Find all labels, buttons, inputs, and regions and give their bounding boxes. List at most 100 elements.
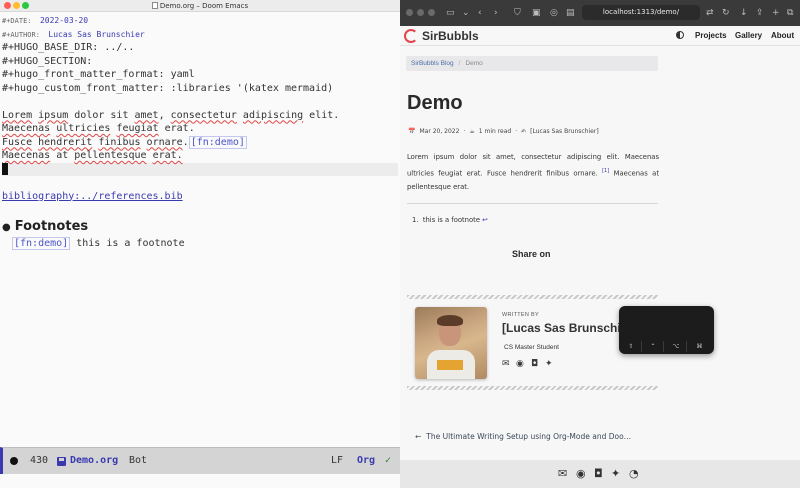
- footnote-reference-link[interactable]: [fn:demo]: [188, 135, 247, 149]
- current-line[interactable]: [2, 162, 398, 176]
- reading-icon: ☕: [469, 128, 475, 135]
- read-time: 1 min read: [478, 128, 512, 135]
- document-icon: [151, 2, 158, 9]
- emacs-window-title: Demo.org – Doom Emacs: [0, 0, 400, 12]
- share-icon[interactable]: ⇪: [756, 6, 764, 20]
- chevron-down-icon[interactable]: ⌄: [462, 6, 470, 20]
- reader-icon[interactable]: ▤: [566, 6, 575, 20]
- author-line[interactable]: #+AUTHOR: Lucas Sas Brunschier: [2, 28, 398, 42]
- keystroke-overlay: ⇧ ⌃ ⌥ ⌘: [619, 306, 714, 354]
- command-key-icon: ⌘: [696, 343, 703, 350]
- rss-icon[interactable]: ◔: [629, 467, 639, 481]
- buffer-filename[interactable]: Demo.org: [70, 455, 118, 467]
- footnote-ref-link[interactable]: [1]: [602, 168, 609, 174]
- previous-post-link[interactable]: ← The Ultimate Writing Setup using Org-Mo…: [415, 431, 631, 443]
- hugo-front-format-line[interactable]: #+hugo_front_matter_format: yaml: [2, 68, 398, 82]
- save-icon: [57, 457, 66, 466]
- instagram-icon[interactable]: ◘: [531, 359, 538, 369]
- post-date: Mar 20, 2022: [419, 128, 460, 135]
- arrow-left-icon: ←: [415, 432, 422, 441]
- heading-bullet-icon: ●: [2, 221, 11, 233]
- post-title: Demo: [407, 92, 463, 114]
- minimize-window-button[interactable]: [417, 9, 424, 16]
- org-buffer[interactable]: #+DATE: 2022-03-20 #+AUTHOR: Lucas Sas B…: [2, 14, 398, 250]
- emacs-window: Demo.org – Doom Emacs #+DATE: 2022-03-20…: [0, 0, 400, 488]
- author-name[interactable]: [Lucas Sas Brunschier]: [502, 320, 636, 336]
- author-avatar: [415, 307, 487, 379]
- hugo-section-line[interactable]: #+HUGO_SECTION:: [2, 55, 398, 69]
- nav-gallery[interactable]: Gallery: [735, 30, 762, 42]
- shield-icon[interactable]: ⛉: [514, 6, 521, 20]
- theme-toggle-icon[interactable]: [676, 31, 684, 39]
- checker-ok-icon[interactable]: ✓: [385, 455, 391, 467]
- privacy-icon[interactable]: ◎: [550, 6, 558, 20]
- footnote-definition-line[interactable]: [fn:demo] this is a footnote: [2, 236, 398, 251]
- post-meta: 📅 Mar 20, 2022 · ☕ 1 min read · ✍ [Lucas Sas Br…: [408, 128, 599, 135]
- breadcrumb-blog-link[interactable]: SirBubbls Blog: [411, 60, 454, 67]
- footnotes-heading[interactable]: ● Footnotes: [2, 217, 398, 237]
- divider-stripe: [407, 386, 658, 390]
- major-mode[interactable]: Org: [357, 455, 375, 467]
- paragraph-line-2[interactable]: Maecenas ultricies feugiat erat.: [2, 122, 398, 136]
- instagram-icon[interactable]: ◘: [594, 467, 603, 481]
- pen-icon: ✍: [521, 128, 527, 135]
- post-body: Lorem ipsum dolor sit amet, consectetur …: [407, 153, 659, 192]
- zoom-window-button[interactable]: [428, 9, 435, 16]
- nav-projects[interactable]: Projects: [695, 30, 727, 42]
- date-line[interactable]: #+DATE: 2022-03-20: [2, 14, 398, 28]
- control-key-icon: ⌃: [643, 341, 664, 352]
- github-icon[interactable]: ◉: [576, 467, 586, 481]
- buffer-size: 430: [30, 455, 49, 466]
- email-icon[interactable]: ✉: [558, 467, 567, 481]
- footnote-backlink-icon[interactable]: ↩: [482, 216, 488, 224]
- divider: [407, 203, 658, 204]
- extension-icon[interactable]: ▣: [532, 6, 541, 20]
- sidebar-toggle-icon[interactable]: ▭: [446, 6, 455, 20]
- paragraph-line-4[interactable]: Maecenas at pellentesque erat.: [2, 149, 398, 163]
- forward-icon[interactable]: ›: [494, 6, 498, 20]
- browser-toolbar: ▭ ⌄ ‹ › ⛉ ▣ ◎ ▤ localhost:1313/demo/ ⇄ ↻…: [400, 0, 800, 26]
- tab-overview-icon[interactable]: ⧉: [787, 6, 793, 20]
- close-window-button[interactable]: [406, 9, 413, 16]
- paragraph-line-1[interactable]: Lorem ipsum dolor sit amet, consectetur …: [2, 109, 398, 123]
- keystroke-display: [619, 306, 714, 338]
- divider-stripe: [407, 295, 658, 299]
- shift-key-icon: ⇧: [621, 341, 642, 352]
- site-brand[interactable]: SirBubbls: [422, 28, 479, 44]
- author-role: CS Master Student: [504, 344, 559, 351]
- site-header: SirBubbls Projects Gallery About: [400, 26, 800, 46]
- address-bar[interactable]: localhost:1313/demo/: [582, 5, 700, 20]
- browser-window: ▭ ⌄ ‹ › ⛉ ▣ ◎ ▤ localhost:1313/demo/ ⇄ ↻…: [400, 0, 800, 488]
- text-cursor: [2, 162, 8, 175]
- bibliography-link[interactable]: bibliography:../references.bib: [2, 191, 183, 202]
- footnote-item: 1. this is a footnote ↩: [412, 216, 488, 224]
- email-icon[interactable]: ✉: [502, 359, 510, 369]
- nav-about[interactable]: About: [771, 30, 794, 42]
- mode-line: 430 Demo.org Bot LF Org ✓: [0, 447, 400, 474]
- post-author: [Lucas Sas Brunschier]: [530, 128, 599, 135]
- bibliography-line[interactable]: bibliography:../references.bib: [2, 190, 398, 204]
- hugo-base-dir-line[interactable]: #+HUGO_BASE_DIR: ../..: [2, 41, 398, 55]
- reload-icon[interactable]: ↻: [722, 6, 730, 20]
- new-tab-icon[interactable]: +: [772, 6, 780, 20]
- download-icon[interactable]: ↓: [740, 6, 748, 20]
- twitter-icon[interactable]: ✦: [545, 359, 553, 369]
- buffer-position: Bot: [129, 455, 148, 466]
- line-ending[interactable]: LF: [331, 455, 343, 467]
- github-icon[interactable]: ◉: [516, 359, 524, 369]
- twitter-icon[interactable]: ✦: [611, 467, 620, 481]
- breadcrumb-current: Demo: [465, 60, 483, 67]
- calendar-icon: 📅: [408, 128, 416, 135]
- site-footer: ✉ ◉ ◘ ✦ ◔: [400, 460, 800, 488]
- modified-indicator-icon: [10, 457, 18, 465]
- footnote-definition-link[interactable]: [fn:demo]: [12, 236, 71, 250]
- site-logo-icon[interactable]: [404, 29, 418, 43]
- hugo-custom-front-line[interactable]: #+hugo_custom_front_matter: :libraries '…: [2, 82, 398, 96]
- written-by-label: WRITTEN BY: [502, 312, 539, 318]
- translate-icon[interactable]: ⇄: [706, 6, 714, 20]
- back-icon[interactable]: ‹: [478, 6, 482, 20]
- paragraph-line-3[interactable]: Fusce hendrerit finibus ornare. [fn:demo]: [2, 135, 398, 150]
